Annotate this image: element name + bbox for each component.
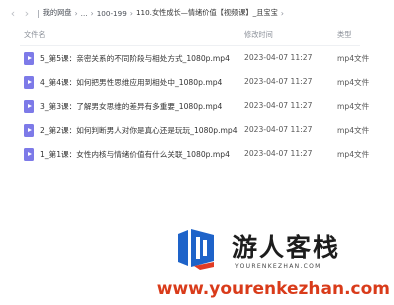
column-header-type[interactable]: 类型 [337, 30, 351, 40]
watermark-title: 游人客栈 [232, 233, 341, 262]
file-type: mp4文件 [337, 78, 370, 87]
file-name[interactable]: 1_第1课：女性内核与情绪价值有什么关联_1080p.mp4 [40, 149, 230, 160]
watermark-logo-icon [178, 229, 214, 270]
breadcrumb-separator-icon: › [90, 8, 94, 18]
breadcrumb-separator-icon: › [129, 8, 133, 18]
breadcrumb-ellipsis[interactable]: ... [81, 9, 88, 18]
video-file-icon [24, 100, 34, 113]
column-header-name[interactable]: 文件名 [24, 30, 46, 40]
breadcrumb-current-folder: 110.女性成长—情绪价值【视频课】_且宝宝 [135, 8, 278, 17]
breadcrumb-separator-icon: › [280, 8, 284, 18]
file-date: 2023-04-07 11:27 [244, 101, 313, 110]
navigation-bar: ‹ › | 我的网盘 › ... › 100-199 › 110.女性成长—情绪… [0, 0, 394, 26]
file-row[interactable]: 3_第3课：了解男女思维的差异有多重要_1080p.mp4 2023-04-07… [0, 94, 394, 120]
breadcrumb-folder-100-199[interactable]: 100-199 [97, 9, 127, 18]
column-header: 文件名 修改时间 类型 [0, 28, 394, 42]
file-row[interactable]: 1_第1课：女性内核与情绪价值有什么关联_1080p.mp4 2023-04-0… [0, 142, 394, 168]
separator-icon: | [37, 8, 40, 18]
file-type: mp4文件 [337, 54, 370, 63]
file-type: mp4文件 [337, 126, 370, 135]
breadcrumb-separator-icon: › [74, 8, 78, 18]
video-file-icon [24, 52, 34, 65]
file-type: mp4文件 [337, 102, 370, 111]
file-name[interactable]: 4_第4课：如何把男性思维应用到相处中_1080p.mp4 [40, 77, 222, 88]
file-row[interactable]: 5_第5课：亲密关系的不同阶段与相处方式_1080p.mp4 2023-04-0… [0, 46, 394, 72]
file-date: 2023-04-07 11:27 [244, 53, 313, 62]
file-row[interactable]: 2_第2课：如何判断男人对你是真心还是玩玩_1080p.mp4 2023-04-… [0, 118, 394, 144]
video-file-icon [24, 148, 34, 161]
file-name[interactable]: 5_第5课：亲密关系的不同阶段与相处方式_1080p.mp4 [40, 53, 230, 64]
forward-chevron-icon[interactable]: › [20, 7, 34, 20]
column-header-date[interactable]: 修改时间 [244, 30, 273, 40]
watermark-subtitle: YOURENKEZHAN.COM [235, 263, 322, 270]
file-name[interactable]: 2_第2课：如何判断男人对你是真心还是玩玩_1080p.mp4 [40, 125, 238, 136]
back-chevron-icon[interactable]: ‹ [6, 7, 20, 20]
video-file-icon [24, 124, 34, 137]
video-file-icon [24, 76, 34, 89]
file-date: 2023-04-07 11:27 [244, 125, 313, 134]
file-row[interactable]: 4_第4课：如何把男性思维应用到相处中_1080p.mp4 2023-04-07… [0, 70, 394, 96]
breadcrumb-my-drive[interactable]: 我的网盘 [43, 8, 72, 18]
file-name[interactable]: 3_第3课：了解男女思维的差异有多重要_1080p.mp4 [40, 101, 222, 112]
watermark-url: www.yourenkezhan.com [156, 279, 390, 299]
file-type: mp4文件 [337, 150, 370, 159]
file-date: 2023-04-07 11:27 [244, 77, 313, 86]
file-date: 2023-04-07 11:27 [244, 149, 313, 158]
